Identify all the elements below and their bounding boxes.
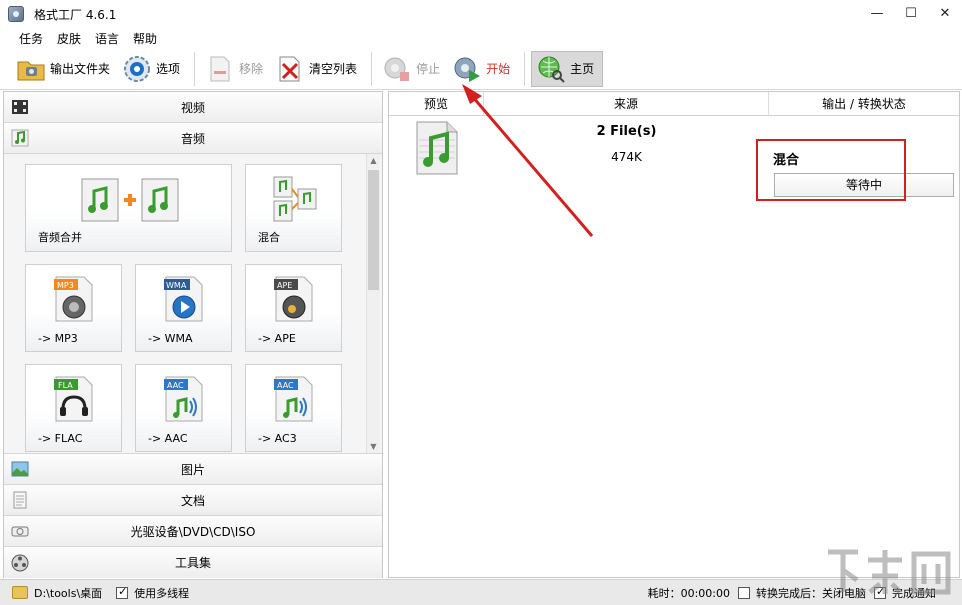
multithread-checkbox[interactable] xyxy=(116,585,129,599)
toolbar-divider xyxy=(371,51,373,86)
tile-label: -> APE xyxy=(258,332,296,345)
scroll-thumb[interactable] xyxy=(368,170,379,290)
title-bar: 格式工厂 4.6.1 — ☐ ✕ xyxy=(0,0,962,28)
tile-to-ape[interactable]: APE -> APE xyxy=(245,264,342,352)
remove-doc-icon xyxy=(210,56,230,81)
minimize-button[interactable]: — xyxy=(860,0,894,28)
category-picture[interactable]: 图片 xyxy=(4,454,382,485)
menu-skin[interactable]: 皮肤 xyxy=(50,30,88,47)
tile-label: -> MP3 xyxy=(38,332,78,345)
aac-badge: AAC xyxy=(167,381,184,390)
tile-label: 音频合并 xyxy=(38,231,82,244)
task-list-header: 预览 来源 输出 / 转换状态 xyxy=(389,92,959,116)
mp3-file-icon: MP3 xyxy=(54,276,93,322)
multithread-label: 使用多线程 xyxy=(134,586,190,600)
tile-label: -> WMA xyxy=(148,332,193,345)
task-source-size: 474K xyxy=(611,150,642,164)
tile-label: -> FLAC xyxy=(38,432,83,445)
output-folder-button[interactable]: 输出文件夹 xyxy=(12,51,114,87)
app-icon xyxy=(8,6,24,22)
tools-scrollbar[interactable]: ▲ ▼ xyxy=(366,154,380,453)
folder-icon xyxy=(17,61,45,80)
ape-badge: APE xyxy=(277,281,292,290)
task-list: 预览 来源 输出 / 转换状态 2 File(s) 474K 混合 等待中 xyxy=(388,91,960,578)
category-document[interactable]: 文档 xyxy=(4,485,382,516)
tile-to-flac[interactable]: FLA -> FLAC xyxy=(25,364,122,452)
category-audio[interactable]: 音频 xyxy=(4,123,382,154)
flac-file-icon: FLA xyxy=(54,376,93,422)
tile-audio-join[interactable]: 音频合并 xyxy=(25,164,232,252)
shutdown-checkbox[interactable] xyxy=(738,586,750,599)
tile-label: -> AAC xyxy=(148,432,188,445)
close-button[interactable]: ✕ xyxy=(928,0,962,28)
status-bar: D:\tools\桌面 使用多线程 耗时：00:00:00 转换完成后：关闭电脑… xyxy=(0,579,962,605)
ape-file-icon: APE xyxy=(274,276,313,322)
tile-to-ac3[interactable]: AAC -> AC3 xyxy=(245,364,342,452)
tile-label: -> AC3 xyxy=(258,432,297,445)
mp3-badge: MP3 xyxy=(57,281,74,290)
start-icon xyxy=(454,57,481,82)
tile-to-aac[interactable]: AAC -> AAC xyxy=(135,364,232,452)
watermark-logo xyxy=(828,549,951,595)
menu-task[interactable]: 任务 xyxy=(12,30,50,47)
clear-list-icon xyxy=(279,56,300,81)
flac-badge: FLA xyxy=(58,381,73,390)
tile-to-mp3[interactable]: MP3 -> MP3 xyxy=(25,264,122,352)
gear-icon xyxy=(124,55,151,82)
toolbar-divider xyxy=(194,51,196,86)
category-video[interactable]: 视频 xyxy=(4,92,382,123)
audio-join-icon xyxy=(81,178,179,222)
tile-label: 混合 xyxy=(258,231,280,244)
annotation-highlight-box xyxy=(756,139,906,201)
remove-button[interactable]: 移除 xyxy=(201,51,267,87)
ac3-file-icon: AAC xyxy=(274,376,313,422)
clear-list-button[interactable]: 清空列表 xyxy=(271,51,361,87)
column-preview[interactable]: 预览 xyxy=(389,92,484,116)
category-tools[interactable]: 工具集 xyxy=(4,547,382,578)
window-title: 格式工厂 4.6.1 xyxy=(34,7,117,22)
elapsed-time: 耗时：00:00:00 xyxy=(647,586,730,600)
column-output-status[interactable]: 输出 / 转换状态 xyxy=(769,92,959,116)
maximize-button[interactable]: ☐ xyxy=(894,0,928,28)
home-globe-icon xyxy=(538,56,565,83)
tile-to-wma[interactable]: WMA -> WMA xyxy=(135,264,232,352)
task-row[interactable]: 2 File(s) 474K 混合 等待中 xyxy=(389,116,959,201)
category-rom-device[interactable]: 光驱设备\DVD\CD\ISO xyxy=(4,516,382,547)
task-source-name: 2 File(s) xyxy=(596,124,657,139)
aac-file-icon: AAC xyxy=(164,376,203,422)
category-panel: 视频 音频 音频合并 混合 MP3 -> MP3 WMA -> WMA APE … xyxy=(3,91,383,578)
audio-file-preview-icon xyxy=(416,121,458,175)
scroll-up-icon[interactable]: ▲ xyxy=(367,154,380,168)
scroll-down-icon[interactable]: ▼ xyxy=(367,440,380,453)
tile-audio-mix[interactable]: 混合 xyxy=(245,164,342,252)
wma-file-icon: WMA xyxy=(164,276,203,322)
audio-mix-icon xyxy=(273,176,317,222)
output-path[interactable]: D:\tools\桌面 xyxy=(34,585,102,601)
stop-icon xyxy=(384,57,410,81)
audio-tools-grid: 音频合并 混合 MP3 -> MP3 WMA -> WMA APE -> APE… xyxy=(4,154,382,454)
menu-language[interactable]: 语言 xyxy=(88,30,126,47)
ac3-badge: AAC xyxy=(277,381,294,390)
wma-badge: WMA xyxy=(166,281,187,290)
toolbar-divider xyxy=(524,51,526,86)
stop-button[interactable]: 停止 xyxy=(378,51,444,87)
start-button[interactable]: 开始 xyxy=(448,51,514,87)
options-button[interactable]: 选项 xyxy=(118,51,184,87)
folder-icon[interactable] xyxy=(12,586,28,599)
toolbar: 输出文件夹 选项 移除 清空列表 停止 开始 主页 xyxy=(0,48,962,90)
menu-bar: 任务 皮肤 语言 帮助 xyxy=(0,28,962,48)
column-source[interactable]: 来源 xyxy=(484,92,769,116)
menu-help[interactable]: 帮助 xyxy=(126,30,164,47)
home-button[interactable]: 主页 xyxy=(531,50,604,87)
